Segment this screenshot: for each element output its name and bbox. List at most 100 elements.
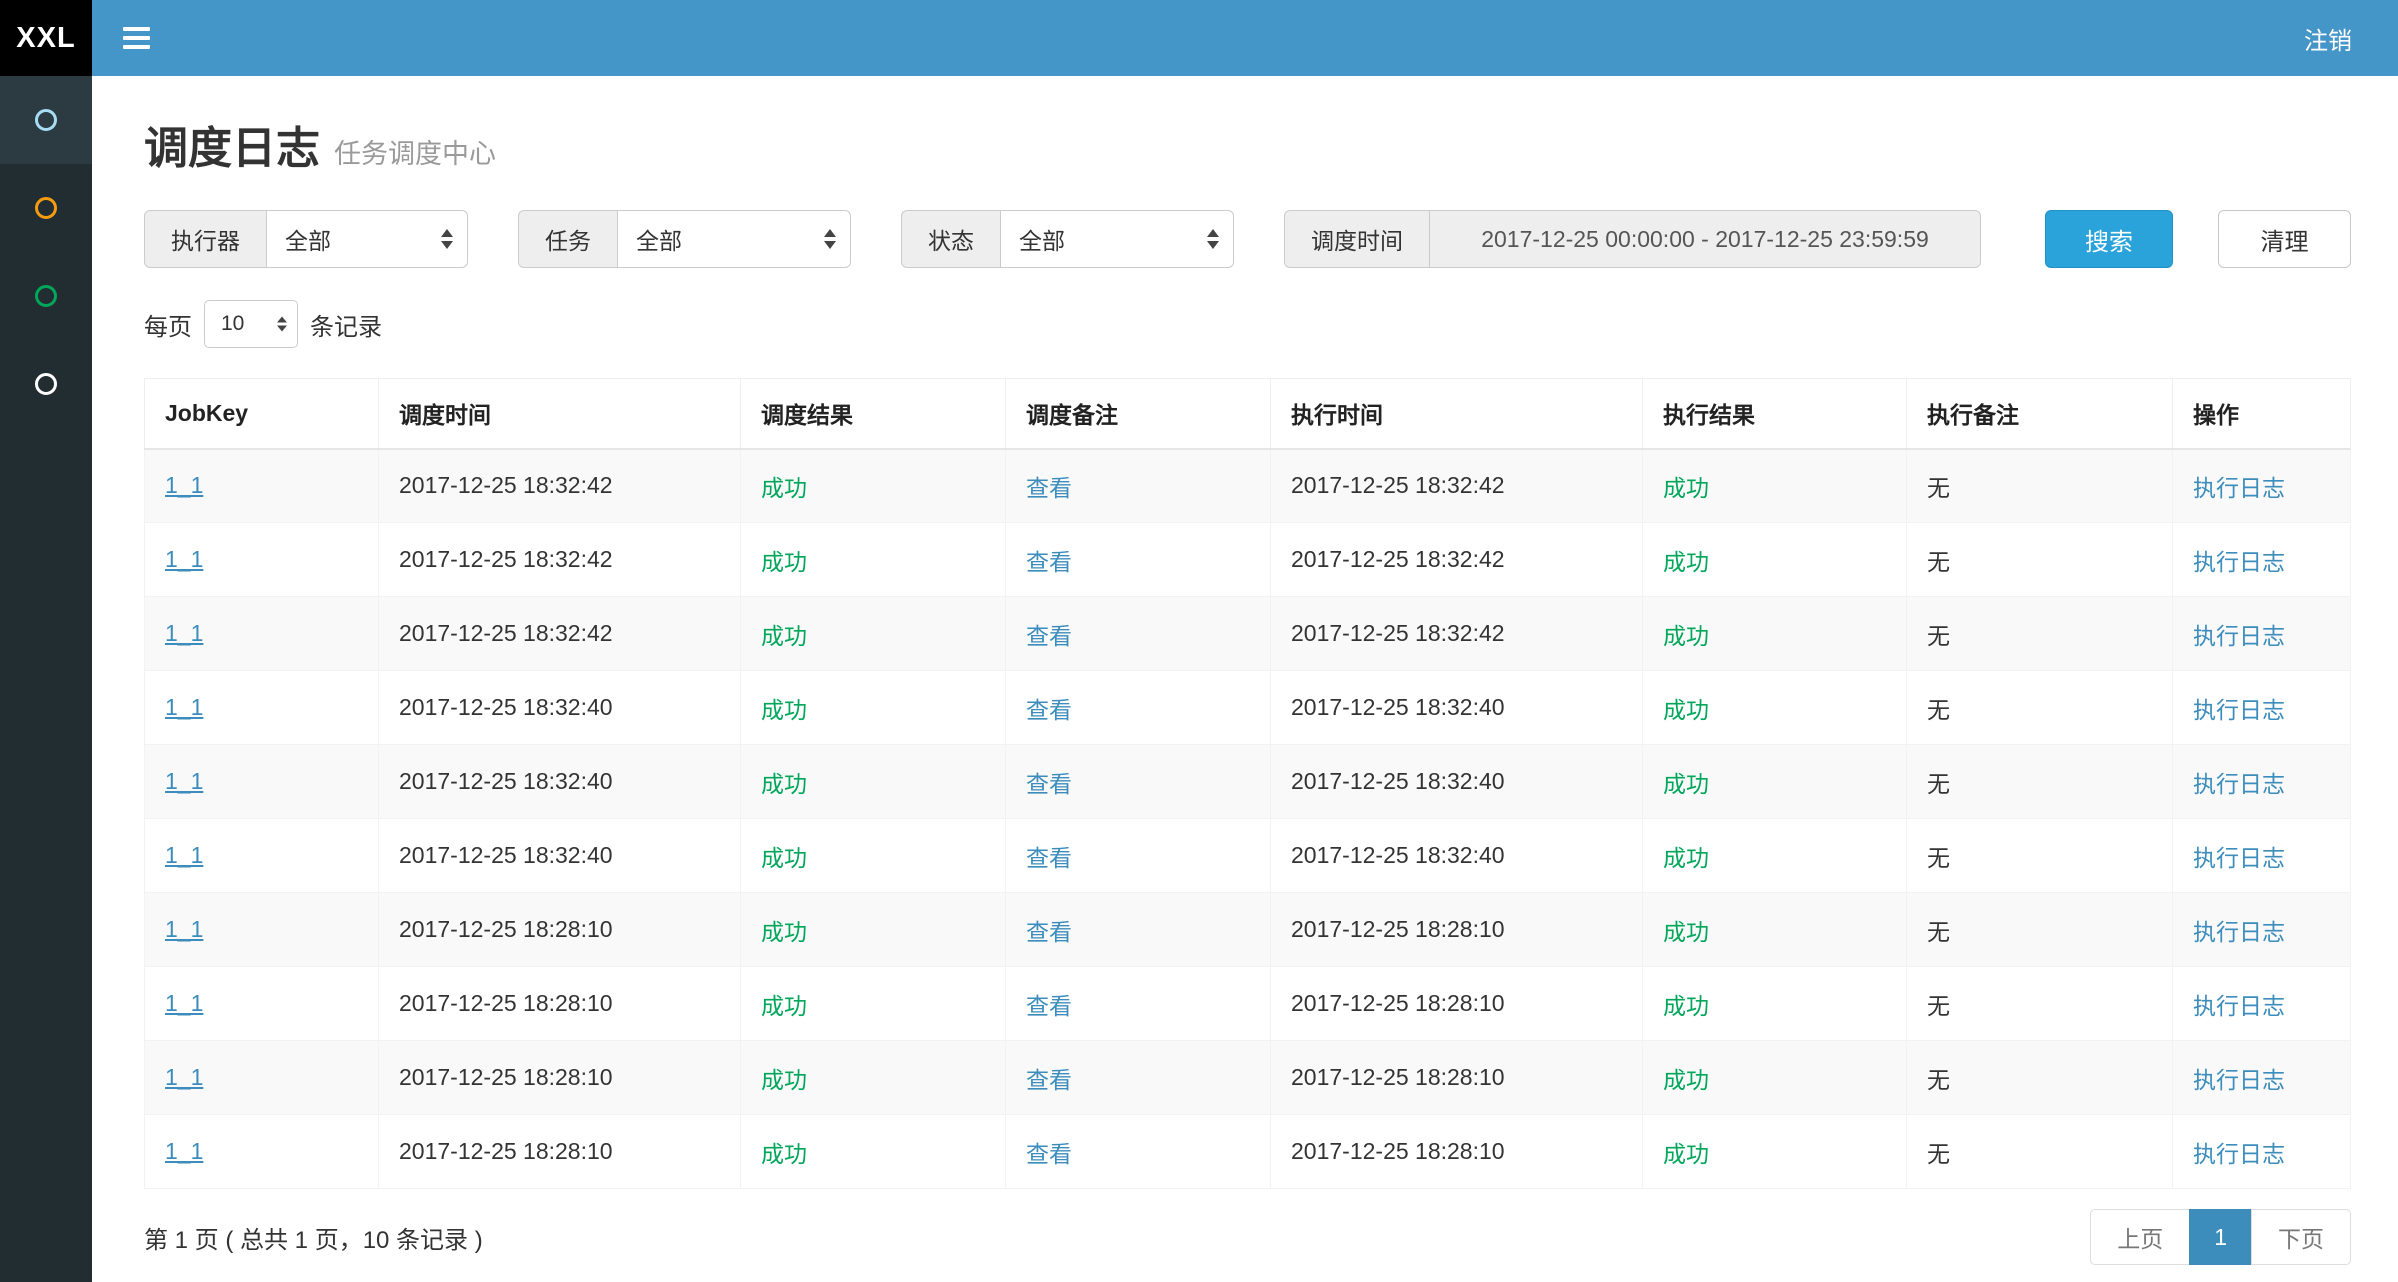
trigger-result-text: 成功: [761, 1141, 807, 1167]
sidebar-item-1[interactable]: [0, 76, 92, 164]
exec-result-text: 成功: [1663, 623, 1709, 649]
status-select-value: 全部: [1019, 222, 1065, 256]
dispatch-log-table: JobKey调度时间调度结果调度备注执行时间执行结果执行备注操作 1_12017…: [144, 378, 2351, 1189]
exec-result-text: 成功: [1663, 697, 1709, 723]
view-remark-link[interactable]: 查看: [1026, 475, 1072, 501]
view-remark-link[interactable]: 查看: [1026, 993, 1072, 1019]
exec-remark-text: 无: [1927, 697, 1950, 723]
hamburger-icon: [123, 27, 150, 49]
jobkey-link[interactable]: 1_1: [165, 1138, 203, 1164]
trigger-result-text: 成功: [761, 993, 807, 1019]
view-remark-link[interactable]: 查看: [1026, 1141, 1072, 1167]
circle-outline-icon: [35, 197, 57, 219]
log-row: 1_12017-12-25 18:32:40成功查看2017-12-25 18:…: [145, 745, 2351, 819]
next-page-button[interactable]: 下页: [2251, 1209, 2351, 1265]
status-filter-label: 状态: [901, 210, 1000, 268]
page-1-button[interactable]: 1: [2189, 1209, 2252, 1265]
jobkey-link[interactable]: 1_1: [165, 842, 203, 868]
status-select[interactable]: 全部: [1000, 210, 1234, 268]
view-remark-link[interactable]: 查看: [1026, 919, 1072, 945]
page-size-prefix-label: 每页: [144, 307, 192, 342]
page-header: 调度日志任务调度中心: [144, 112, 2351, 176]
trigger-time-text: 2017-12-25 18:28:10: [399, 1064, 613, 1090]
exec-result-text: 成功: [1663, 771, 1709, 797]
select-arrows-icon: [277, 317, 287, 332]
executor-select[interactable]: 全部: [266, 210, 468, 268]
executor-select-value: 全部: [285, 222, 331, 256]
jobkey-link[interactable]: 1_1: [165, 620, 203, 646]
status-filter-group: 状态 全部: [901, 210, 1234, 268]
exec-log-link[interactable]: 执行日志: [2193, 1141, 2285, 1167]
exec-log-link[interactable]: 执行日志: [2193, 697, 2285, 723]
view-remark-link[interactable]: 查看: [1026, 771, 1072, 797]
jobkey-link[interactable]: 1_1: [165, 546, 203, 572]
view-remark-link[interactable]: 查看: [1026, 549, 1072, 575]
exec-remark-text: 无: [1927, 771, 1950, 797]
view-remark-link[interactable]: 查看: [1026, 697, 1072, 723]
filter-bar: 执行器 全部 任务 全部 状态 全部 调度时间 2017-12-25 00:00…: [144, 210, 2351, 268]
jobkey-link[interactable]: 1_1: [165, 1064, 203, 1090]
executor-filter-group: 执行器 全部: [144, 210, 468, 268]
select-arrows-icon: [824, 229, 836, 249]
view-remark-link[interactable]: 查看: [1026, 845, 1072, 871]
job-filter-label: 任务: [518, 210, 617, 268]
exec-time-text: 2017-12-25 18:28:10: [1291, 1138, 1505, 1164]
exec-result-text: 成功: [1663, 475, 1709, 501]
job-select[interactable]: 全部: [617, 210, 851, 268]
column-header-action: 操作: [2173, 379, 2351, 449]
view-remark-link[interactable]: 查看: [1026, 1067, 1072, 1093]
exec-log-link[interactable]: 执行日志: [2193, 771, 2285, 797]
clear-button[interactable]: 清理: [2218, 210, 2351, 268]
exec-log-link[interactable]: 执行日志: [2193, 1067, 2285, 1093]
table-footer: 第 1 页 ( 总共 1 页，10 条记录 ) 上页 1 下页: [144, 1209, 2351, 1265]
log-row: 1_12017-12-25 18:28:10成功查看2017-12-25 18:…: [145, 893, 2351, 967]
jobkey-link[interactable]: 1_1: [165, 472, 203, 498]
exec-result-text: 成功: [1663, 845, 1709, 871]
exec-time-text: 2017-12-25 18:32:42: [1291, 546, 1505, 572]
exec-log-link[interactable]: 执行日志: [2193, 919, 2285, 945]
log-row: 1_12017-12-25 18:32:42成功查看2017-12-25 18:…: [145, 597, 2351, 671]
exec-log-link[interactable]: 执行日志: [2193, 475, 2285, 501]
search-button[interactable]: 搜索: [2045, 210, 2173, 268]
exec-remark-text: 无: [1927, 993, 1950, 1019]
exec-time-text: 2017-12-25 18:32:42: [1291, 620, 1505, 646]
log-row: 1_12017-12-25 18:32:42成功查看2017-12-25 18:…: [145, 523, 2351, 597]
column-header-jobkey: JobKey: [145, 379, 379, 449]
exec-result-text: 成功: [1663, 993, 1709, 1019]
prev-page-button[interactable]: 上页: [2090, 1209, 2190, 1265]
exec-result-text: 成功: [1663, 1067, 1709, 1093]
column-header-exec_time: 执行时间: [1271, 379, 1643, 449]
exec-log-link[interactable]: 执行日志: [2193, 845, 2285, 871]
exec-time-text: 2017-12-25 18:28:10: [1291, 1064, 1505, 1090]
exec-log-link[interactable]: 执行日志: [2193, 623, 2285, 649]
jobkey-link[interactable]: 1_1: [165, 916, 203, 942]
trigger-result-text: 成功: [761, 475, 807, 501]
jobkey-link[interactable]: 1_1: [165, 694, 203, 720]
trigger-result-text: 成功: [761, 771, 807, 797]
exec-log-link[interactable]: 执行日志: [2193, 549, 2285, 575]
sidebar-toggle-button[interactable]: [92, 0, 180, 76]
log-row: 1_12017-12-25 18:32:40成功查看2017-12-25 18:…: [145, 671, 2351, 745]
pagination: 上页 1 下页: [2090, 1209, 2351, 1265]
exec-remark-text: 无: [1927, 1141, 1950, 1167]
jobkey-link[interactable]: 1_1: [165, 768, 203, 794]
exec-remark-text: 无: [1927, 845, 1950, 871]
top-navbar: XXL 注销: [0, 0, 2398, 76]
select-arrows-icon: [441, 229, 453, 249]
sidebar-item-2[interactable]: [0, 164, 92, 252]
column-header-trigger_time: 调度时间: [379, 379, 741, 449]
view-remark-link[interactable]: 查看: [1026, 623, 1072, 649]
logout-link[interactable]: 注销: [2258, 0, 2398, 76]
trigger-time-text: 2017-12-25 18:28:10: [399, 1138, 613, 1164]
exec-remark-text: 无: [1927, 623, 1950, 649]
select-arrows-icon: [1207, 229, 1219, 249]
trigger-time-range-input[interactable]: 2017-12-25 00:00:00 - 2017-12-25 23:59:5…: [1429, 210, 1981, 268]
page-size-select[interactable]: 10: [204, 300, 298, 348]
sidebar-item-4[interactable]: [0, 340, 92, 428]
exec-log-link[interactable]: 执行日志: [2193, 993, 2285, 1019]
sidebar-item-3[interactable]: [0, 252, 92, 340]
column-header-exec_result: 执行结果: [1643, 379, 1907, 449]
exec-time-text: 2017-12-25 18:32:40: [1291, 768, 1505, 794]
jobkey-link[interactable]: 1_1: [165, 990, 203, 1016]
job-select-value: 全部: [636, 222, 682, 256]
